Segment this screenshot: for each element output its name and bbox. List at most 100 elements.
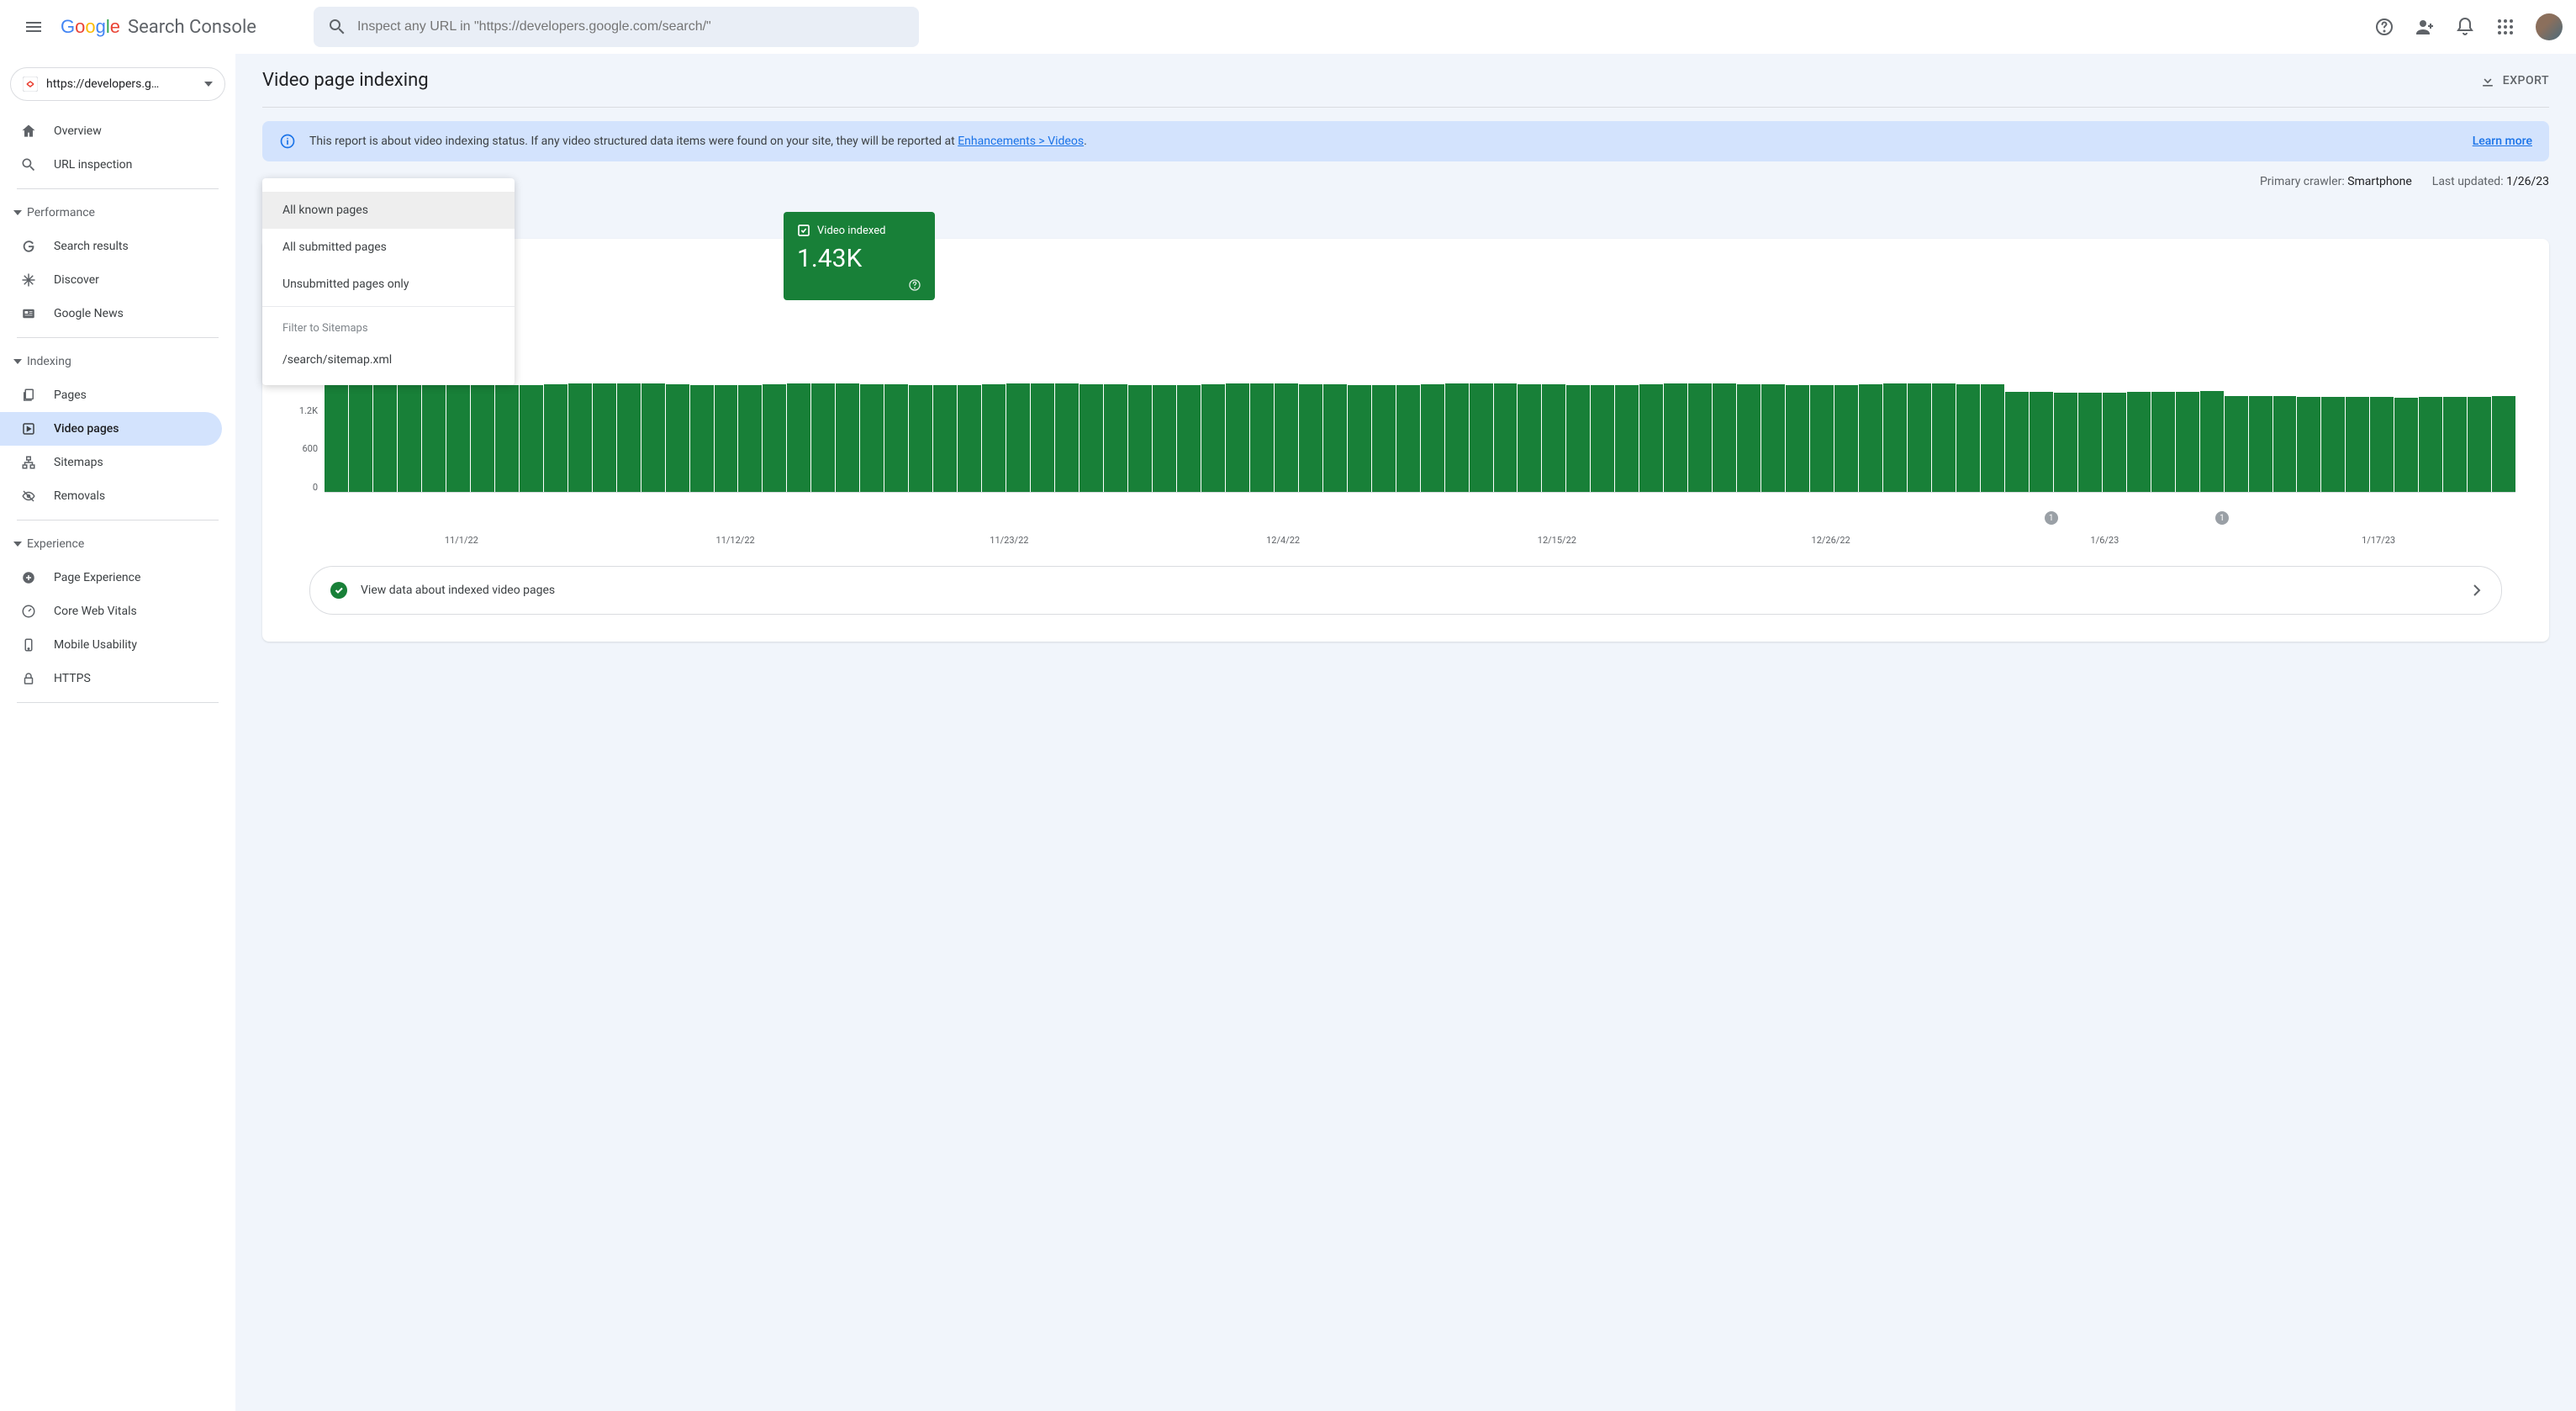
chart-bar bbox=[520, 385, 543, 492]
chart-bar bbox=[349, 383, 372, 492]
report-meta: Primary crawler: Smartphone Last updated… bbox=[262, 175, 2549, 188]
search-icon bbox=[327, 17, 347, 37]
chart-event-marker-1[interactable]: 1 bbox=[2045, 511, 2058, 525]
metric-help-button[interactable] bbox=[797, 278, 921, 292]
chart-bar bbox=[1494, 383, 1518, 492]
asterisk-icon bbox=[21, 272, 36, 288]
property-favicon-icon bbox=[23, 77, 38, 92]
chart-event-marker-2[interactable]: 1 bbox=[2215, 511, 2229, 525]
sidebar-item-sitemaps[interactable]: Sitemaps bbox=[0, 446, 222, 479]
info-icon bbox=[279, 133, 296, 150]
chart-bar bbox=[1615, 385, 1639, 492]
chart-bar bbox=[1250, 383, 1274, 492]
sidebar-item-label: Video pages bbox=[54, 422, 119, 436]
hamburger-menu-button[interactable] bbox=[13, 7, 54, 47]
sidebar-item-overview[interactable]: Overview bbox=[0, 114, 222, 148]
chart-bar bbox=[2492, 396, 2515, 492]
apps-button[interactable] bbox=[2489, 10, 2522, 44]
google-g-icon bbox=[21, 239, 36, 254]
view-data-label: View data about indexed video pages bbox=[361, 584, 2459, 597]
chart-bar bbox=[1177, 385, 1201, 492]
chart-bar bbox=[715, 385, 738, 492]
chart-bar bbox=[1664, 383, 1687, 492]
apps-grid-icon bbox=[2497, 18, 2514, 35]
chart-bar bbox=[982, 384, 1006, 492]
dropdown-item-all-known[interactable]: All known pages bbox=[262, 192, 515, 229]
sidebar-item-removals[interactable]: Removals bbox=[0, 479, 222, 513]
sidebar-section-label: Experience bbox=[27, 537, 84, 551]
sidebar-item-core-web-vitals[interactable]: Core Web Vitals bbox=[0, 595, 222, 628]
metric-tile-video-indexed[interactable]: Video indexed 1.43K bbox=[784, 212, 935, 300]
sidebar-section-indexing[interactable]: Indexing bbox=[0, 345, 235, 378]
enhancements-videos-link[interactable]: Enhancements > Videos bbox=[958, 135, 1084, 148]
primary-crawler: Primary crawler: Smartphone bbox=[2260, 175, 2412, 188]
url-inspection-search[interactable] bbox=[314, 7, 919, 47]
sidebar-item-discover[interactable]: Discover bbox=[0, 263, 222, 297]
chart-bar bbox=[1128, 385, 1152, 492]
chart-bar bbox=[1275, 383, 1298, 492]
chart-bar bbox=[325, 384, 348, 492]
chart-bar bbox=[909, 385, 932, 492]
account-avatar[interactable] bbox=[2536, 13, 2563, 40]
help-icon bbox=[908, 278, 921, 292]
chart-bar bbox=[1006, 383, 1030, 492]
property-selector[interactable]: https://developers.g… bbox=[10, 67, 225, 101]
dropdown-item-sitemap[interactable]: /search/sitemap.xml bbox=[262, 341, 515, 378]
chart-bar bbox=[666, 384, 689, 492]
chart-bar bbox=[1566, 385, 1590, 492]
sidebar-item-label: HTTPS bbox=[54, 672, 91, 685]
sidebar-item-url-inspection[interactable]: URL inspection bbox=[0, 148, 222, 182]
chevron-down-icon bbox=[13, 359, 22, 364]
chart-bar bbox=[1834, 385, 1858, 492]
sidebar-item-https[interactable]: HTTPS bbox=[0, 662, 222, 695]
info-text: This report is about video indexing stat… bbox=[309, 135, 1087, 148]
sidebar-section-performance[interactable]: Performance bbox=[0, 196, 235, 230]
chart-bar bbox=[2176, 392, 2199, 492]
chart-bar bbox=[1810, 385, 1834, 492]
chart-bar bbox=[2346, 397, 2369, 492]
check-circle-icon bbox=[330, 582, 347, 599]
chart-bar bbox=[958, 385, 981, 492]
chart-bar bbox=[495, 385, 519, 492]
notifications-button[interactable] bbox=[2448, 10, 2482, 44]
checkbox-checked-icon bbox=[797, 224, 810, 237]
sidebar-item-label: Mobile Usability bbox=[54, 638, 137, 652]
export-button[interactable]: EXPORT bbox=[2479, 72, 2549, 89]
chevron-down-icon bbox=[13, 210, 22, 215]
chart-bar bbox=[568, 383, 592, 492]
sidebar-item-page-experience[interactable]: Page Experience bbox=[0, 561, 222, 595]
sidebar-item-pages[interactable]: Pages bbox=[0, 378, 222, 412]
add-user-button[interactable] bbox=[2408, 10, 2441, 44]
chart-bar bbox=[373, 383, 397, 492]
sidebar-item-video-pages[interactable]: Video pages bbox=[0, 412, 222, 446]
sidebar-item-label: Discover bbox=[54, 273, 99, 287]
search-input[interactable] bbox=[357, 19, 905, 34]
chart-bar bbox=[1932, 383, 1956, 492]
chart-bar bbox=[836, 383, 859, 492]
sidebar-section-experience[interactable]: Experience bbox=[0, 527, 235, 561]
chart-bar bbox=[1445, 383, 1469, 492]
help-button[interactable] bbox=[2367, 10, 2401, 44]
sidebar-item-mobile-usability[interactable]: Mobile Usability bbox=[0, 628, 222, 662]
chart-bar bbox=[2394, 398, 2418, 492]
last-updated: Last updated: 1/26/23 bbox=[2432, 175, 2549, 188]
chart-bar bbox=[2273, 396, 2297, 492]
chart-bar bbox=[1639, 384, 1663, 492]
dropdown-item-unsubmitted[interactable]: Unsubmitted pages only bbox=[262, 266, 515, 303]
speed-icon bbox=[21, 604, 36, 619]
view-data-row[interactable]: View data about indexed video pages bbox=[309, 566, 2502, 615]
header-actions bbox=[2367, 10, 2563, 44]
chart-bar bbox=[471, 385, 494, 492]
video-page-icon bbox=[21, 421, 36, 436]
chart-bar bbox=[884, 384, 908, 492]
svg-text:Google: Google bbox=[61, 17, 120, 37]
learn-more-link[interactable]: Learn more bbox=[2473, 135, 2532, 148]
dropdown-item-all-submitted[interactable]: All submitted pages bbox=[262, 229, 515, 266]
metric-value: 1.43K bbox=[797, 244, 921, 273]
sidebar: https://developers.g… Overview URL inspe… bbox=[0, 54, 235, 1411]
chart-bar bbox=[2443, 397, 2467, 492]
sidebar-item-search-results[interactable]: Search results bbox=[0, 230, 222, 263]
chart-bar bbox=[2151, 392, 2175, 492]
sidebar-section-label: Performance bbox=[27, 206, 95, 219]
sidebar-item-google-news[interactable]: Google News bbox=[0, 297, 222, 330]
